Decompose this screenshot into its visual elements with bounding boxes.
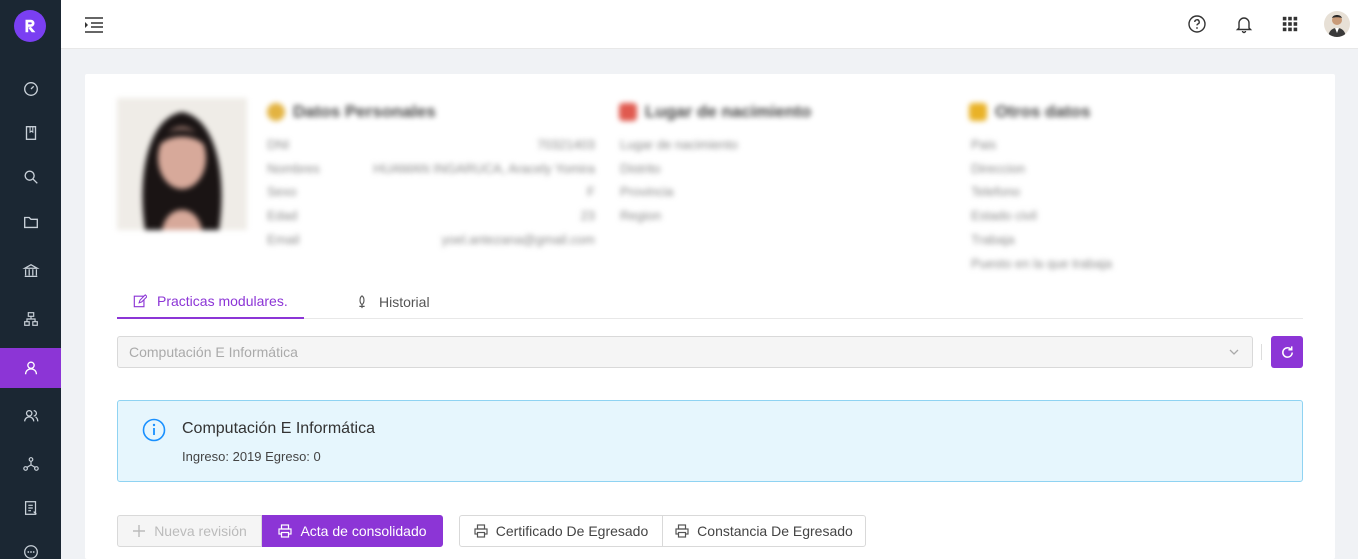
program-select[interactable]: Computación E Informática (117, 336, 1253, 368)
edit-icon (133, 293, 147, 307)
field-value-dni: 70321403 (537, 137, 595, 152)
field-label-phone: Telefono (971, 184, 1021, 199)
program-info-alert: Computación E Informática Ingreso: 2019 … (117, 400, 1303, 482)
field-value-sex: F (587, 184, 595, 199)
network-icon (22, 457, 39, 471)
field-label-dni: DNI (267, 137, 290, 152)
field-value-email: yoel.antezana@gmail.com (441, 232, 595, 247)
history-icon (359, 294, 365, 308)
personal-data-title: Datos Personales (267, 102, 436, 122)
consolidated-act-button[interactable]: Acta de consolidado (262, 515, 443, 547)
user-icon (24, 361, 37, 375)
divider (1261, 344, 1262, 360)
help-button[interactable] (1185, 12, 1209, 36)
users-icon (23, 409, 38, 422)
sidebar-item-network[interactable] (0, 444, 61, 484)
sidebar-item-institution[interactable] (0, 251, 61, 291)
sidebar-item-folder[interactable] (0, 202, 61, 242)
book-icon (25, 126, 36, 140)
info-icon (142, 418, 166, 442)
personal-data-title-text: Datos Personales (293, 102, 436, 121)
logo-icon (25, 19, 36, 33)
other-data-title-text: Otros datos (995, 102, 1091, 121)
field-label-region: Region (620, 208, 662, 223)
avatar-image (1328, 15, 1346, 37)
graduate-certificate-label: Certificado De Egresado (495, 523, 649, 539)
note-icon (969, 103, 987, 121)
field-value-age: 23 (580, 208, 595, 223)
printer-icon (675, 524, 689, 538)
other-data-title: Otros datos (969, 102, 1090, 122)
student-photo-image (117, 98, 247, 230)
printer-icon (278, 524, 293, 538)
app-logo[interactable] (14, 10, 46, 42)
alert-description: Ingreso: 2019 Egreso: 0 (182, 449, 321, 464)
field-label-names: Nombres (267, 161, 320, 176)
search-icon (23, 170, 38, 184)
field-label-email: Email (267, 232, 300, 247)
field-label-sex: Sexo (267, 184, 297, 199)
field-label-address: Direccion (971, 161, 1026, 176)
report-icon (24, 501, 37, 515)
calendar-icon (619, 103, 637, 121)
program-select-value: Computación E Informática (129, 344, 298, 360)
field-label-age: Edad (267, 208, 298, 223)
new-review-button[interactable]: Nueva revisión (117, 515, 262, 547)
field-label-job-position: Puesto en la que trabaja (971, 256, 1112, 271)
refresh-icon (1281, 345, 1293, 358)
sidebar-item-book[interactable] (0, 113, 61, 153)
field-value-names: HUAMAN INGARUCA, Aracely Yomira (373, 161, 595, 176)
tab-practicas-label: Practicas modulares. (157, 292, 288, 309)
birthplace-title-text: Lugar de nacimiento (645, 102, 812, 121)
field-label-province: Provincia (620, 184, 674, 199)
smile-icon (267, 103, 285, 121)
plus-icon (133, 525, 146, 537)
top-bar (61, 0, 1358, 49)
birthplace-title: Lugar de nacimiento (619, 102, 811, 122)
sidebar-item-users[interactable] (0, 396, 61, 436)
field-label-birthplace: Lugar de nacimiento (620, 137, 738, 152)
sidebar-item-report[interactable] (0, 488, 61, 528)
graduate-constancy-label: Constancia De Egresado (697, 523, 853, 539)
student-photo (117, 98, 247, 230)
sidebar (0, 0, 61, 559)
alert-title: Computación E Informática (182, 420, 375, 437)
help-icon (1188, 15, 1206, 33)
field-label-district: Distrito (620, 161, 661, 176)
chevron-down-icon (1229, 349, 1239, 355)
tab-practicas-modulares[interactable]: Practicas modulares. (117, 284, 304, 319)
apps-button[interactable] (1278, 12, 1302, 36)
sidebar-item-dashboard[interactable] (0, 69, 61, 109)
field-label-works: Trabaja (971, 232, 1015, 247)
institution-icon (21, 263, 40, 278)
apps-grid-icon (1282, 16, 1298, 32)
menu-toggle-icon[interactable] (83, 15, 105, 35)
tabs: Practicas modulares. Historial (117, 284, 1303, 319)
more-icon (23, 545, 38, 559)
bell-icon (1235, 17, 1253, 34)
printer-icon (474, 524, 488, 538)
student-card: Datos Personales DNI 70321403 Nombres HU… (85, 74, 1335, 559)
org-chart-icon (23, 312, 38, 326)
sidebar-item-org-chart[interactable] (0, 299, 61, 339)
graduate-certificate-button[interactable]: Certificado De Egresado (459, 515, 663, 547)
tab-historial[interactable]: Historial (339, 284, 446, 319)
graduate-constancy-button[interactable]: Constancia De Egresado (662, 515, 866, 547)
new-review-label: Nueva revisión (154, 523, 247, 539)
sidebar-item-more[interactable] (0, 532, 61, 559)
field-label-civil-status: Estado civil (971, 208, 1037, 223)
notifications-button[interactable] (1232, 12, 1256, 36)
dashboard-icon (23, 82, 38, 96)
folder-icon (23, 216, 38, 229)
field-label-country: Pais (971, 137, 997, 152)
tab-historial-label: Historial (379, 293, 430, 310)
user-avatar[interactable] (1324, 11, 1350, 37)
consolidated-act-label: Acta de consolidado (300, 523, 427, 539)
sidebar-item-search[interactable] (0, 157, 61, 197)
sidebar-item-student[interactable] (0, 348, 61, 388)
refresh-button[interactable] (1271, 336, 1303, 368)
